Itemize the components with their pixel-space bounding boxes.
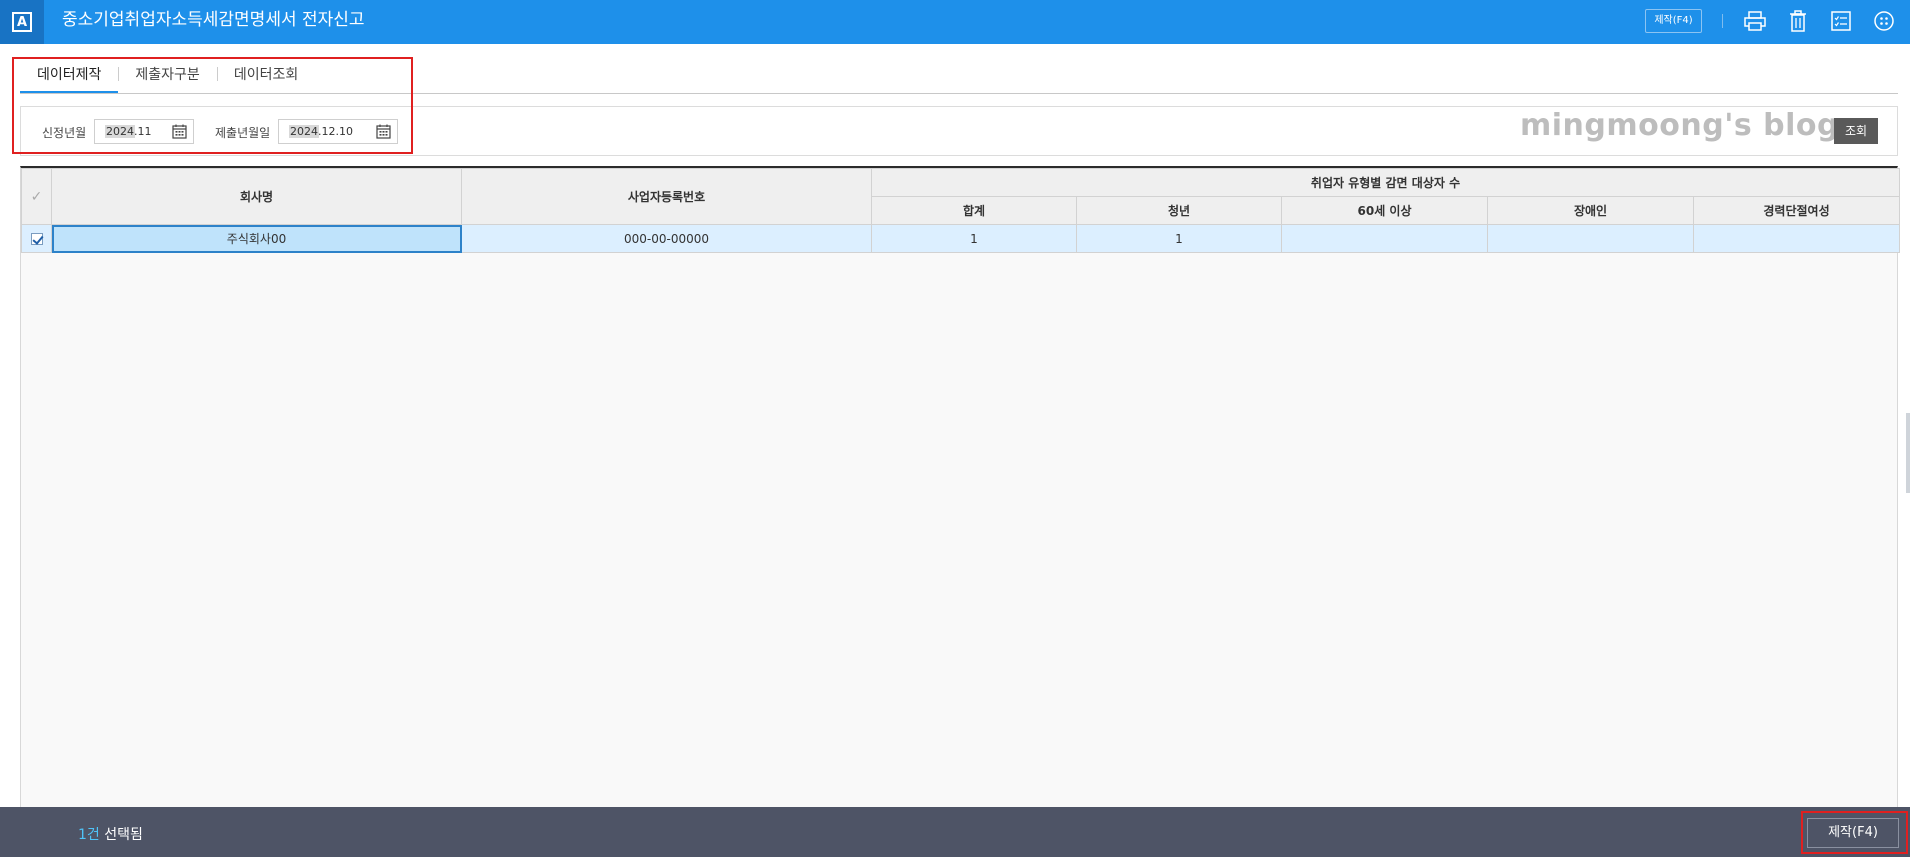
blog-watermark: mingmoong's blog xyxy=(1520,108,1840,143)
search-button[interactable]: 조회 xyxy=(1834,118,1878,144)
header-disabled: 장애인 xyxy=(1487,196,1694,225)
tab-submitter-type[interactable]: 제출자구분 xyxy=(118,58,216,94)
side-scroll-handle[interactable] xyxy=(1906,413,1910,493)
submit-date-label: 제출년월일 xyxy=(215,126,271,140)
make-button-bottom[interactable]: 제작(F4) xyxy=(1807,818,1899,848)
app-logo: A xyxy=(0,0,44,44)
title-bar: A 중소기업취업자소득세감면명세서 전자신고 제작(F4) xyxy=(0,0,1910,44)
row-checkbox-cell[interactable] xyxy=(21,224,52,253)
checklist-icon[interactable] xyxy=(1828,8,1854,34)
make-button-top[interactable]: 제작(F4) xyxy=(1645,9,1702,33)
grid-menu-icon[interactable] xyxy=(1871,8,1897,34)
selected-count-text: 선택됨 xyxy=(99,827,143,843)
cell-youth[interactable]: 1 xyxy=(1076,224,1282,253)
submit-date-input[interactable]: 2024.12.10 xyxy=(278,119,398,144)
header-youth: 청년 xyxy=(1076,196,1282,225)
selected-count: 1건 선택됨 xyxy=(78,824,143,844)
trash-icon[interactable] xyxy=(1785,8,1811,34)
submit-date-value: 2024.12.10 xyxy=(289,125,354,138)
apply-month-label: 신정년월 xyxy=(42,126,87,140)
apply-month-value: 2024.11 xyxy=(105,125,153,138)
header-company: 회사명 xyxy=(51,168,462,225)
status-bar: 1건 선택됨 제작(F4) xyxy=(0,807,1910,857)
header-bizno: 사업자등록번호 xyxy=(461,168,872,225)
tab-underline xyxy=(20,93,1898,94)
app-title: 중소기업취업자소득세감면명세서 전자신고 xyxy=(62,10,365,30)
calendar-icon[interactable] xyxy=(376,124,391,139)
header-group-reduction: 취업자 유형별 감면 대상자 수 xyxy=(870,168,1901,197)
selected-count-number: 1건 xyxy=(78,827,100,843)
cell-company[interactable]: 주식회사00 xyxy=(51,224,462,253)
toolbar-divider xyxy=(1722,14,1723,28)
tab-bar: 데이터제작 제출자구분 데이터조회 xyxy=(20,58,315,94)
app-logo-icon: A xyxy=(12,12,32,32)
data-grid: ✓ 회사명 사업자등록번호 취업자 유형별 감면 대상자 수 합계 청년 60세… xyxy=(20,166,1901,807)
cell-career-break[interactable] xyxy=(1692,224,1901,253)
print-icon[interactable] xyxy=(1742,8,1768,34)
cell-total[interactable]: 1 xyxy=(871,224,1077,253)
apply-month-input[interactable]: 2024.11 xyxy=(94,119,194,144)
grid-table: ✓ 회사명 사업자등록번호 취업자 유형별 감면 대상자 수 합계 청년 60세… xyxy=(21,168,1901,253)
cell-bizno[interactable]: 000-00-00000 xyxy=(461,224,872,253)
tab-data-create[interactable]: 데이터제작 xyxy=(20,58,119,94)
header-check[interactable]: ✓ xyxy=(21,168,52,225)
cell-over60[interactable] xyxy=(1281,224,1488,253)
header-total: 합계 xyxy=(871,196,1077,225)
calendar-icon[interactable] xyxy=(172,124,187,139)
table-row[interactable]: 주식회사00 000-00-00000 1 1 xyxy=(21,224,1901,253)
header-over60: 60세 이상 xyxy=(1281,196,1488,225)
tab-data-view[interactable]: 데이터조회 xyxy=(216,58,315,94)
row-checkbox[interactable] xyxy=(30,233,43,245)
header-career-break: 경력단절여성 xyxy=(1692,196,1901,225)
cell-disabled[interactable] xyxy=(1487,224,1694,253)
